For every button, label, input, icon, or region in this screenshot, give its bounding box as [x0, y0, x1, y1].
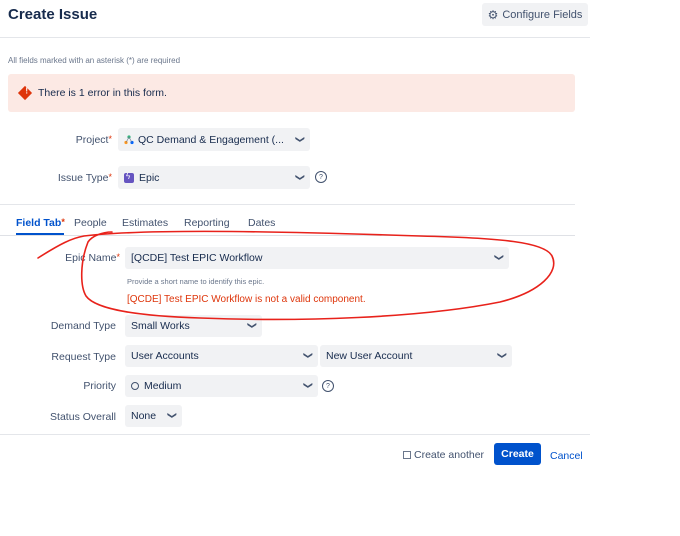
- red-annotation-circle: [37, 230, 555, 321]
